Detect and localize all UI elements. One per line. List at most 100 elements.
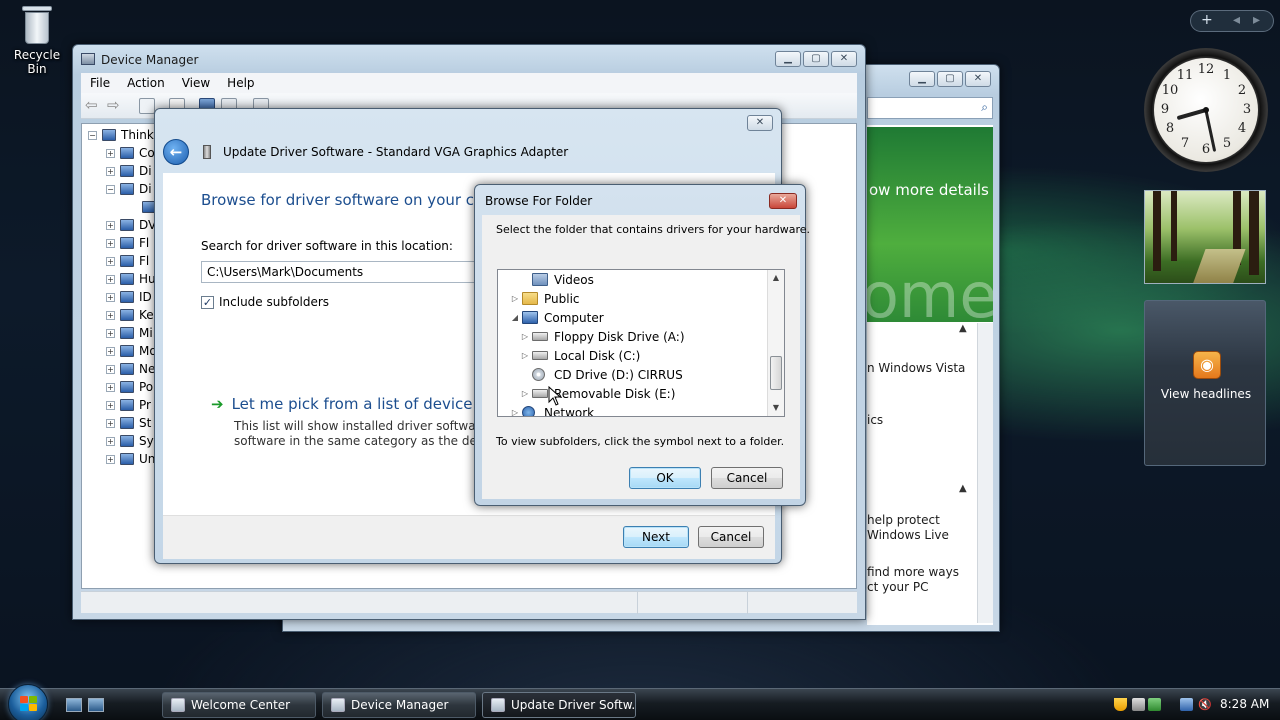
cancel-button[interactable]: Cancel [698,526,764,548]
folder-tree-item[interactable]: Videos [520,270,594,289]
expand-toggle-icon[interactable]: + [106,418,115,428]
back-button[interactable]: ← [163,139,189,165]
folder-tree-item[interactable]: ▷ Removable Disk (E:) [520,384,675,403]
volume-muted-icon[interactable]: 🔇 [1198,698,1212,711]
ok-button[interactable]: OK [629,467,701,489]
maximize-button[interactable]: ▢ [937,71,963,87]
device-category-row[interactable]: + Mo [106,342,157,360]
browse-for-folder-dialog[interactable]: Browse For Folder ✕ Select the folder th… [474,184,810,506]
include-subfolders-option[interactable]: ✓ Include subfolders [201,295,329,309]
next-icon[interactable]: ▸ [1253,12,1260,28]
close-button[interactable]: ✕ [965,71,991,87]
scroll-down-icon[interactable]: ▼ [768,400,784,416]
expand-toggle-icon[interactable]: + [106,436,115,446]
network-icon[interactable] [1180,698,1193,711]
expand-toggle-icon[interactable]: + [106,382,115,392]
expand-toggle-icon[interactable]: + [106,274,115,284]
device-category-row[interactable]: + Hu [106,270,156,288]
folder-tree[interactable]: Videos ▷ Public ◢ Computer ▷ Floppy Disk Drive… [497,269,785,417]
welcome-scrollbar[interactable] [977,323,993,623]
device-category-row[interactable]: − Di [106,180,152,198]
close-button[interactable]: ✕ [831,51,857,67]
folder-tree-item[interactable]: ▷ Local Disk (C:) [520,346,640,365]
expand-toggle-icon[interactable]: − [106,184,115,194]
welcome-search-box[interactable]: ⌕ [867,97,993,119]
taskbar-button[interactable]: Update Driver Softw... [482,692,636,718]
expand-toggle-icon[interactable]: + [106,328,115,338]
scroll-up-icon[interactable]: ▲ [768,270,784,286]
device-category-row[interactable]: + Di [106,162,152,180]
close-button[interactable]: ✕ [769,193,797,209]
device-category-row[interactable]: + ID [106,288,152,306]
folder-tree-item[interactable]: ▷ Public [510,289,580,308]
minimize-button[interactable]: ▁ [909,71,935,87]
update-icon[interactable] [1148,698,1161,711]
device-category-row[interactable]: + DV [106,216,156,234]
taskbar-button[interactable]: Welcome Center [162,692,316,718]
next-button[interactable]: Next [623,526,689,548]
switch-windows-icon[interactable] [88,698,104,712]
forward-arrow-icon[interactable]: ⇨ [107,98,123,114]
expand-toggle-icon[interactable]: + [106,346,115,356]
taskbar-button[interactable]: Device Manager [322,692,476,718]
folder-tree-scrollbar[interactable]: ▲ ▼ [767,270,784,416]
device-category-row[interactable]: + St [106,414,151,432]
maximize-button[interactable]: ▢ [803,51,829,67]
device-category-row[interactable]: + Ke [106,306,154,324]
expand-toggle-icon[interactable]: + [106,310,115,320]
tree-expander-icon[interactable]: ▷ [520,351,530,360]
welcome-text-1[interactable]: n Windows Vista [867,361,965,375]
expand-toggle-icon[interactable]: + [106,400,115,410]
welcome-text-3[interactable]: help protect [867,513,940,527]
collapse-toggle-icon[interactable]: − [88,130,97,140]
menu-view[interactable]: View [173,73,218,93]
minimize-button[interactable]: ▁ [775,51,801,67]
properties-icon[interactable] [139,98,155,114]
menu-action[interactable]: Action [118,73,173,93]
tree-expander-icon[interactable]: ▷ [520,389,530,398]
folder-tree-item[interactable]: ◢ Computer [510,308,604,327]
expand-toggle-icon[interactable]: + [106,238,115,248]
collapse-icon[interactable]: ▲ [959,323,967,334]
expand-toggle-icon[interactable]: + [106,220,115,230]
driver-path-input[interactable]: C:\Users\Mark\Documents [201,261,501,283]
start-button[interactable] [8,684,48,720]
taskbar-clock[interactable]: 8:28 AM [1220,697,1269,711]
tree-root[interactable]: − Think [88,126,154,144]
device-category-row[interactable]: + Co [106,144,155,162]
tree-expander-icon[interactable]: ◢ [510,313,520,322]
close-button[interactable]: ✕ [747,115,773,131]
security-shield-icon[interactable] [1114,698,1127,711]
device-category-row[interactable]: + Un [106,450,155,468]
clock-gadget[interactable]: 12 1 2 3 4 5 6 7 8 9 10 11 [1144,48,1268,172]
slideshow-gadget[interactable] [1144,190,1266,284]
expand-toggle-icon[interactable]: + [106,364,115,374]
welcome-text-6[interactable]: ct your PC [867,580,929,594]
include-subfolders-checkbox[interactable]: ✓ [201,295,214,309]
expand-toggle-icon[interactable]: + [106,292,115,302]
cancel-button[interactable]: Cancel [711,467,783,489]
welcome-text-2[interactable]: ics [867,413,883,427]
view-headlines-label[interactable]: View headlines [1145,387,1267,401]
device-category-row[interactable]: + Ne [106,360,155,378]
device-category-row[interactable]: + Sy [106,432,154,450]
show-desktop-icon[interactable] [66,698,82,712]
tree-expander-icon[interactable]: ▷ [520,332,530,341]
device-category-row[interactable]: + Po [106,378,153,396]
recycle-bin-desktop-icon[interactable]: Recycle Bin [4,2,70,76]
device-category-row[interactable]: + Fl [106,234,149,252]
safely-remove-icon[interactable] [1132,698,1145,711]
previous-icon[interactable]: ◂ [1233,12,1240,28]
welcome-text-4[interactable]: Windows Live [867,528,949,542]
device-category-row[interactable]: + Mi [106,324,153,342]
folder-tree-item[interactable]: CD Drive (D:) CIRRUS [520,365,683,384]
expand-toggle-icon[interactable]: + [106,256,115,266]
feed-headlines-gadget[interactable]: ◉ View headlines [1144,300,1266,466]
folder-tree-item[interactable]: ▷ Floppy Disk Drive (A:) [520,327,685,346]
tree-expander-icon[interactable]: ▷ [510,408,520,416]
pick-from-list-link[interactable]: ➔ Let me pick from a list of device dri [211,395,497,413]
expand-toggle-icon[interactable]: + [106,166,115,176]
tree-expander-icon[interactable]: ▷ [510,294,520,303]
expand-toggle-icon[interactable]: + [106,148,115,158]
expand-toggle-icon[interactable]: + [106,454,115,464]
